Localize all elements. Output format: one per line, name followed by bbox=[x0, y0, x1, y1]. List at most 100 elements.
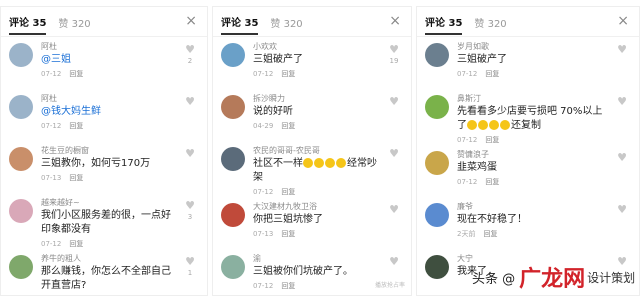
comment-username[interactable]: 廉爷 bbox=[457, 201, 605, 212]
tab-comments[interactable]: 评论 35 bbox=[425, 8, 463, 35]
comment-tabs: 评论 35 赞 320 × bbox=[417, 7, 639, 37]
avatar[interactable] bbox=[425, 255, 449, 279]
reply-button[interactable]: 回复 bbox=[485, 136, 499, 144]
like-count: 2 bbox=[187, 57, 193, 65]
reply-button[interactable]: 回复 bbox=[69, 174, 83, 182]
like-button[interactable]: ♥ bbox=[387, 204, 401, 217]
watermark-text: 播放抢占率 bbox=[374, 282, 405, 289]
like-button[interactable]: ♥ bbox=[183, 96, 197, 109]
heart-icon: ♥ bbox=[185, 43, 195, 56]
avatar[interactable] bbox=[9, 95, 33, 119]
avatar[interactable] bbox=[9, 43, 33, 67]
reply-button[interactable]: 回复 bbox=[281, 230, 295, 238]
comment-body: 花生豆的橱窗 三姐教你，如何亏170万 07-13 回复 bbox=[41, 145, 199, 193]
comment-meta: 2天前 回复 bbox=[457, 229, 605, 239]
reply-button[interactable]: 回复 bbox=[281, 188, 295, 196]
comment-username[interactable]: 阿杜 bbox=[41, 93, 173, 104]
like-button[interactable]: ♥ bbox=[183, 148, 197, 161]
comment-body: 养牛的粗人 那么赚钱，你怎么不全部自己开直营店? bbox=[41, 253, 199, 295]
avatar[interactable] bbox=[221, 255, 245, 279]
comment-username[interactable]: 鼻斯汀 bbox=[457, 93, 605, 104]
heart-icon: ♥ bbox=[185, 199, 195, 212]
comment-username[interactable]: 越来越好~ bbox=[41, 197, 173, 208]
avatar[interactable] bbox=[9, 147, 33, 171]
comment-username[interactable]: 花生豆的橱窗 bbox=[41, 145, 173, 156]
tab-comments[interactable]: 评论 35 bbox=[9, 8, 47, 35]
comment-username[interactable]: 赞慵浪子 bbox=[457, 149, 605, 160]
avatar[interactable] bbox=[9, 255, 33, 279]
comment-date: 04-29 bbox=[253, 122, 274, 130]
like-count: 3 bbox=[187, 213, 193, 221]
like-button[interactable]: ♥ bbox=[615, 96, 629, 109]
like-button[interactable]: ♥ bbox=[615, 43, 629, 57]
close-icon[interactable]: × bbox=[617, 13, 629, 29]
reply-button[interactable]: 回复 bbox=[69, 70, 83, 78]
comment-text: 三姐破产了 bbox=[253, 53, 377, 67]
comment-username[interactable]: 农民的哥哥-农民哥 bbox=[253, 145, 377, 156]
comment-date: 07-12 bbox=[253, 188, 274, 196]
comment-username[interactable]: 岁月如歌 bbox=[457, 41, 605, 52]
heart-icon: ♥ bbox=[617, 43, 627, 56]
avatar[interactable] bbox=[221, 43, 245, 67]
reply-button[interactable]: 回复 bbox=[281, 282, 295, 290]
avatar[interactable] bbox=[9, 199, 33, 223]
avatar[interactable] bbox=[221, 95, 245, 119]
like-button[interactable]: ♥ 3 bbox=[183, 199, 197, 221]
heart-icon: ♥ bbox=[617, 203, 627, 216]
comment-body: 阿杜 @三姐 07-12 回复 bbox=[41, 41, 199, 89]
reply-button[interactable]: 回复 bbox=[69, 122, 83, 130]
like-button[interactable]: ♥ bbox=[387, 256, 401, 269]
avatar[interactable] bbox=[221, 147, 245, 171]
reply-button[interactable]: 回复 bbox=[485, 70, 499, 78]
reply-button[interactable]: 回复 bbox=[483, 230, 497, 238]
comment-date: 07-12 bbox=[457, 136, 478, 144]
like-button[interactable]: ♥ 1 bbox=[183, 255, 197, 277]
tab-likes[interactable]: 赞 320 bbox=[270, 9, 302, 34]
comment-text: 三姐被你们坑破产了。 bbox=[253, 265, 377, 279]
avatar[interactable] bbox=[221, 203, 245, 227]
like-button[interactable]: ♥ 2 bbox=[183, 43, 197, 65]
comment-body: 赞慵浪子 韭菜鸡蛋 07-12 回复 bbox=[457, 149, 631, 197]
reply-button[interactable]: 回复 bbox=[281, 70, 295, 78]
laugh-emoji-icon bbox=[489, 120, 499, 130]
avatar[interactable] bbox=[425, 151, 449, 175]
comment-text-content: 你把三姐坑惨了 bbox=[253, 214, 323, 225]
comment-mention[interactable]: @钱大妈生鲜 bbox=[41, 106, 101, 117]
comment-username[interactable]: 阿杜 bbox=[41, 41, 173, 52]
avatar[interactable] bbox=[425, 203, 449, 227]
reply-button[interactable]: 回复 bbox=[485, 178, 499, 186]
comment-meta: 07-12 回复 bbox=[457, 177, 605, 187]
comment-username[interactable]: 小欢欢 bbox=[253, 41, 377, 52]
comment-row: 阿杜 @钱大妈生鲜 07-12 回复 ♥ bbox=[9, 93, 199, 141]
like-button[interactable]: ♥ bbox=[387, 147, 401, 161]
comment-username[interactable]: 大汉建材九牧卫浴 bbox=[253, 201, 377, 212]
comment-text: 三姐教你，如何亏170万 bbox=[41, 157, 173, 171]
comment-text-content: 我们小区服务差的很，一点好印象都没有 bbox=[41, 210, 171, 235]
like-button[interactable]: ♥ bbox=[615, 203, 629, 217]
comment-date: 07-12 bbox=[253, 70, 274, 78]
comment-body: 越来越好~ 我们小区服务差的很，一点好印象都没有 07-12 回复 bbox=[41, 197, 199, 249]
like-count: 19 bbox=[389, 57, 399, 65]
comment-username[interactable]: 渝 bbox=[253, 253, 377, 264]
reply-button[interactable]: 回复 bbox=[281, 122, 295, 130]
tab-comments[interactable]: 评论 35 bbox=[221, 8, 259, 35]
tab-likes[interactable]: 赞 320 bbox=[474, 9, 506, 34]
brand-suffix: 设计策划 bbox=[587, 270, 636, 285]
heart-icon: ♥ bbox=[389, 147, 399, 160]
tab-likes[interactable]: 赞 320 bbox=[58, 9, 90, 34]
avatar[interactable] bbox=[425, 43, 449, 67]
heart-icon: ♥ bbox=[185, 255, 195, 268]
avatar[interactable] bbox=[425, 95, 449, 119]
close-icon[interactable]: × bbox=[185, 13, 197, 29]
reply-button[interactable]: 回复 bbox=[69, 240, 83, 248]
comment-meta: 07-12 回复 bbox=[253, 187, 377, 197]
brand-prefix: 头条 @ bbox=[472, 271, 516, 287]
close-icon[interactable]: × bbox=[389, 13, 401, 29]
comment-text: @三姐 bbox=[41, 53, 173, 67]
comment-mention[interactable]: @三姐 bbox=[41, 54, 71, 65]
like-button[interactable]: ♥ 19 bbox=[387, 44, 401, 65]
like-button[interactable]: ♥ bbox=[615, 152, 629, 165]
like-button[interactable]: ♥ bbox=[387, 96, 401, 109]
comment-username[interactable]: 养牛的粗人 bbox=[41, 253, 173, 264]
comment-username[interactable]: 拆沙瞬力 bbox=[253, 93, 377, 104]
